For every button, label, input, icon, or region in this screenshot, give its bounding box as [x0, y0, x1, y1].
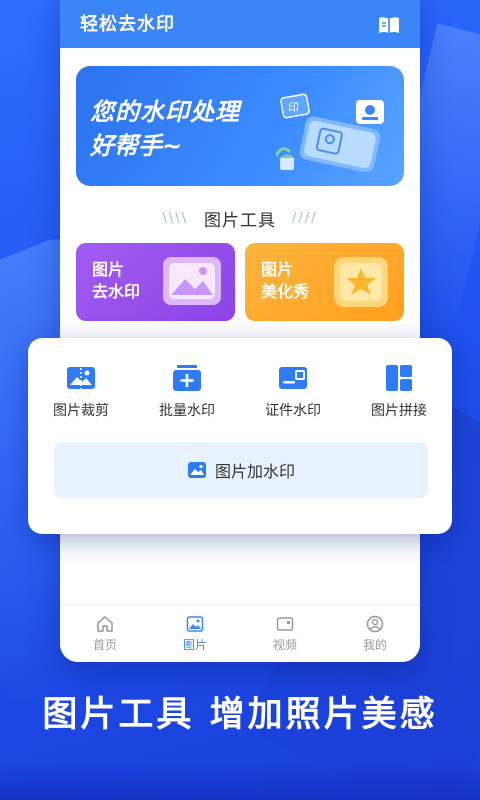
tool-label: 批量水印 — [159, 403, 215, 419]
app-title: 轻松去水印 — [80, 14, 175, 35]
profile-icon — [366, 615, 384, 633]
section-title: 图片工具 — [204, 211, 276, 231]
feature-row: 图片 去水印 图片 美化秀 — [76, 243, 404, 321]
add-watermark-button[interactable]: 图片加水印 — [54, 442, 428, 498]
tab-label: 我的 — [362, 638, 387, 652]
app-bar: 轻松去水印 — [60, 0, 420, 48]
book-icon[interactable] — [376, 14, 402, 36]
banner-subline: 好帮手~ — [90, 132, 183, 160]
home-icon — [97, 616, 113, 632]
section-decor-left: \\\\ — [162, 211, 188, 226]
tool-label: 证件水印 — [265, 403, 321, 419]
tool-label: 图片裁剪 — [53, 403, 109, 419]
grid-layout-icon — [386, 365, 412, 391]
stamp-glyph: 印 — [288, 101, 299, 114]
tool-label: 图片拼接 — [371, 403, 427, 419]
tab-profile[interactable]: 我的 — [330, 605, 420, 662]
tab-label: 视频 — [272, 638, 297, 652]
banner-headline: 您的水印处理 — [90, 98, 240, 126]
id-card-icon — [279, 367, 307, 389]
promo-banner[interactable]: 您的水印处理 好帮手~ 印 — [76, 66, 404, 186]
slogan: 图片工具 增加照片美感 — [42, 695, 438, 735]
tool-id-watermark[interactable]: 证件水印 — [240, 364, 346, 420]
tools-row: 图片裁剪 批量水印 证件水印 图片拼接 — [28, 338, 452, 420]
tab-video[interactable]: 视频 — [240, 605, 330, 662]
beautify-photo-card[interactable]: 图片 美化秀 — [245, 243, 404, 321]
phone-screen: 轻松去水印 您的水印处理 好帮手~ 印 \\\\ 图片工具 //// 图片 去水… — [60, 0, 420, 662]
tool-batch-watermark[interactable]: 批量水印 — [134, 364, 240, 420]
tab-images[interactable]: 图片 — [150, 605, 240, 662]
bottom-gradient — [0, 762, 480, 800]
photo-illustration-icon — [163, 257, 221, 305]
tab-home[interactable]: 首页 — [60, 605, 150, 662]
tool-crop[interactable]: 图片裁剪 — [28, 364, 134, 420]
image-icon — [186, 616, 204, 632]
remove-watermark-card[interactable]: 图片 去水印 — [76, 243, 235, 321]
crop-image-icon — [67, 364, 95, 392]
video-icon — [276, 617, 294, 631]
batch-add-icon — [173, 365, 201, 391]
tab-label: 图片 — [182, 638, 207, 652]
tools-panel: 图片裁剪 批量水印 证件水印 图片拼接 图片加水印 — [28, 338, 452, 534]
bottom-tab-bar: 首页 图片 视频 我的 — [60, 604, 420, 662]
section-decor-right: //// — [292, 211, 318, 226]
tab-label: 首页 — [92, 638, 117, 652]
add-watermark-label: 图片加水印 — [214, 462, 295, 481]
star-illustration-icon — [334, 257, 388, 307]
image-icon — [187, 462, 206, 478]
id-card-illustration: 印 — [276, 93, 384, 172]
section-header: \\\\ 图片工具 //// — [60, 206, 420, 231]
tool-stitch[interactable]: 图片拼接 — [346, 364, 452, 420]
